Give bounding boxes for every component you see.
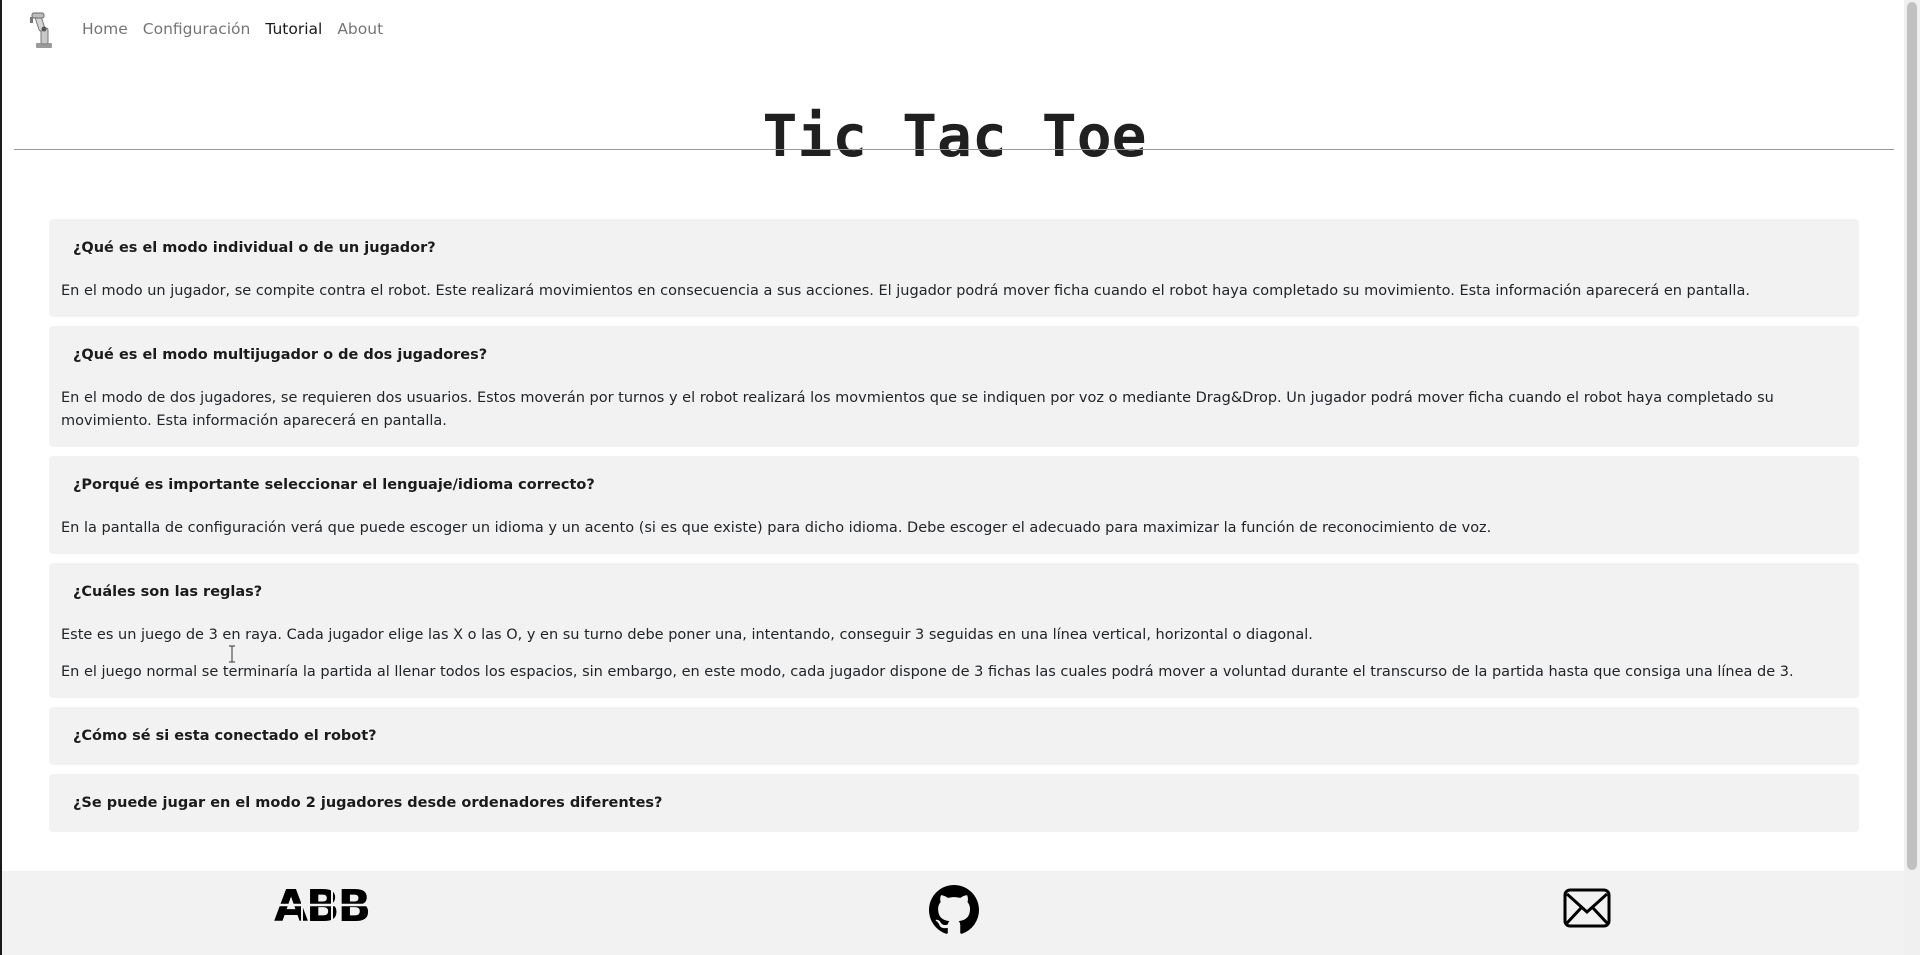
- faq-answer: Este es un juego de 3 en raya. Cada juga…: [61, 624, 1847, 684]
- nav-links: Home Configuración Tutorial About: [82, 20, 398, 38]
- faq-item: ¿Se puede jugar en el modo 2 jugadores d…: [49, 774, 1859, 832]
- faq-question[interactable]: ¿Cuáles son las reglas?: [61, 582, 1847, 602]
- nav-about[interactable]: About: [337, 20, 383, 38]
- faq-item: ¿Qué es el modo individual o de un jugad…: [49, 219, 1859, 317]
- faq-answer-text: En el modo de dos jugadores, se requiere…: [61, 390, 1774, 429]
- github-icon[interactable]: [929, 885, 979, 940]
- robot-arm-icon[interactable]: [26, 10, 62, 50]
- faq-item: ¿Porqué es importante seleccionar el len…: [49, 456, 1859, 554]
- faq-answer-text: En el juego normal se terminaría la part…: [61, 664, 1794, 680]
- faq-item: ¿Cuáles son las reglas? Este es un juego…: [49, 563, 1859, 698]
- faq-question[interactable]: ¿Se puede jugar en el modo 2 jugadores d…: [61, 793, 1847, 813]
- page-title: Tic Tac Toe: [762, 101, 1147, 170]
- nav-configuracion[interactable]: Configuración: [143, 20, 251, 38]
- browser-viewport: Home Configuración Tutorial About Tic Ta…: [0, 0, 1918, 955]
- nav-tutorial[interactable]: Tutorial: [265, 20, 322, 38]
- faq-answer-text: En el modo un jugador, se compite contra…: [61, 283, 1750, 299]
- faq-accordion: ¿Qué es el modo individual o de un jugad…: [49, 219, 1859, 841]
- faq-answer: En la pantalla de configuración verá que…: [61, 517, 1847, 540]
- faq-item: ¿Qué es el modo multijugador o de dos ju…: [49, 326, 1859, 447]
- faq-question[interactable]: ¿Qué es el modo individual o de un jugad…: [61, 238, 1847, 258]
- faq-answer-text: Este es un juego de 3 en raya. Cada juga…: [61, 627, 1313, 643]
- title-divider: [14, 149, 1894, 150]
- abb-logo-icon[interactable]: ABB: [274, 881, 371, 932]
- faq-question[interactable]: ¿Porqué es importante seleccionar el len…: [61, 475, 1847, 495]
- mail-icon[interactable]: [1563, 888, 1611, 933]
- faq-item: ¿Cómo sé si esta conectado el robot?: [49, 707, 1859, 765]
- nav-home[interactable]: Home: [82, 20, 128, 38]
- faq-question[interactable]: ¿Cómo sé si esta conectado el robot?: [61, 726, 1847, 746]
- faq-answer: En el modo un jugador, se compite contra…: [61, 280, 1847, 303]
- navbar: Home Configuración Tutorial About: [2, 0, 1918, 62]
- scrollbar-thumb[interactable]: [1907, 2, 1917, 870]
- vertical-scrollbar[interactable]: [1904, 0, 1920, 955]
- footer: ABB: [2, 871, 1918, 955]
- faq-answer: En el modo de dos jugadores, se requiere…: [61, 387, 1847, 433]
- faq-question[interactable]: ¿Qué es el modo multijugador o de dos ju…: [61, 345, 1847, 365]
- faq-answer-text: En la pantalla de configuración verá que…: [61, 520, 1492, 536]
- text-cursor-icon: [228, 645, 236, 663]
